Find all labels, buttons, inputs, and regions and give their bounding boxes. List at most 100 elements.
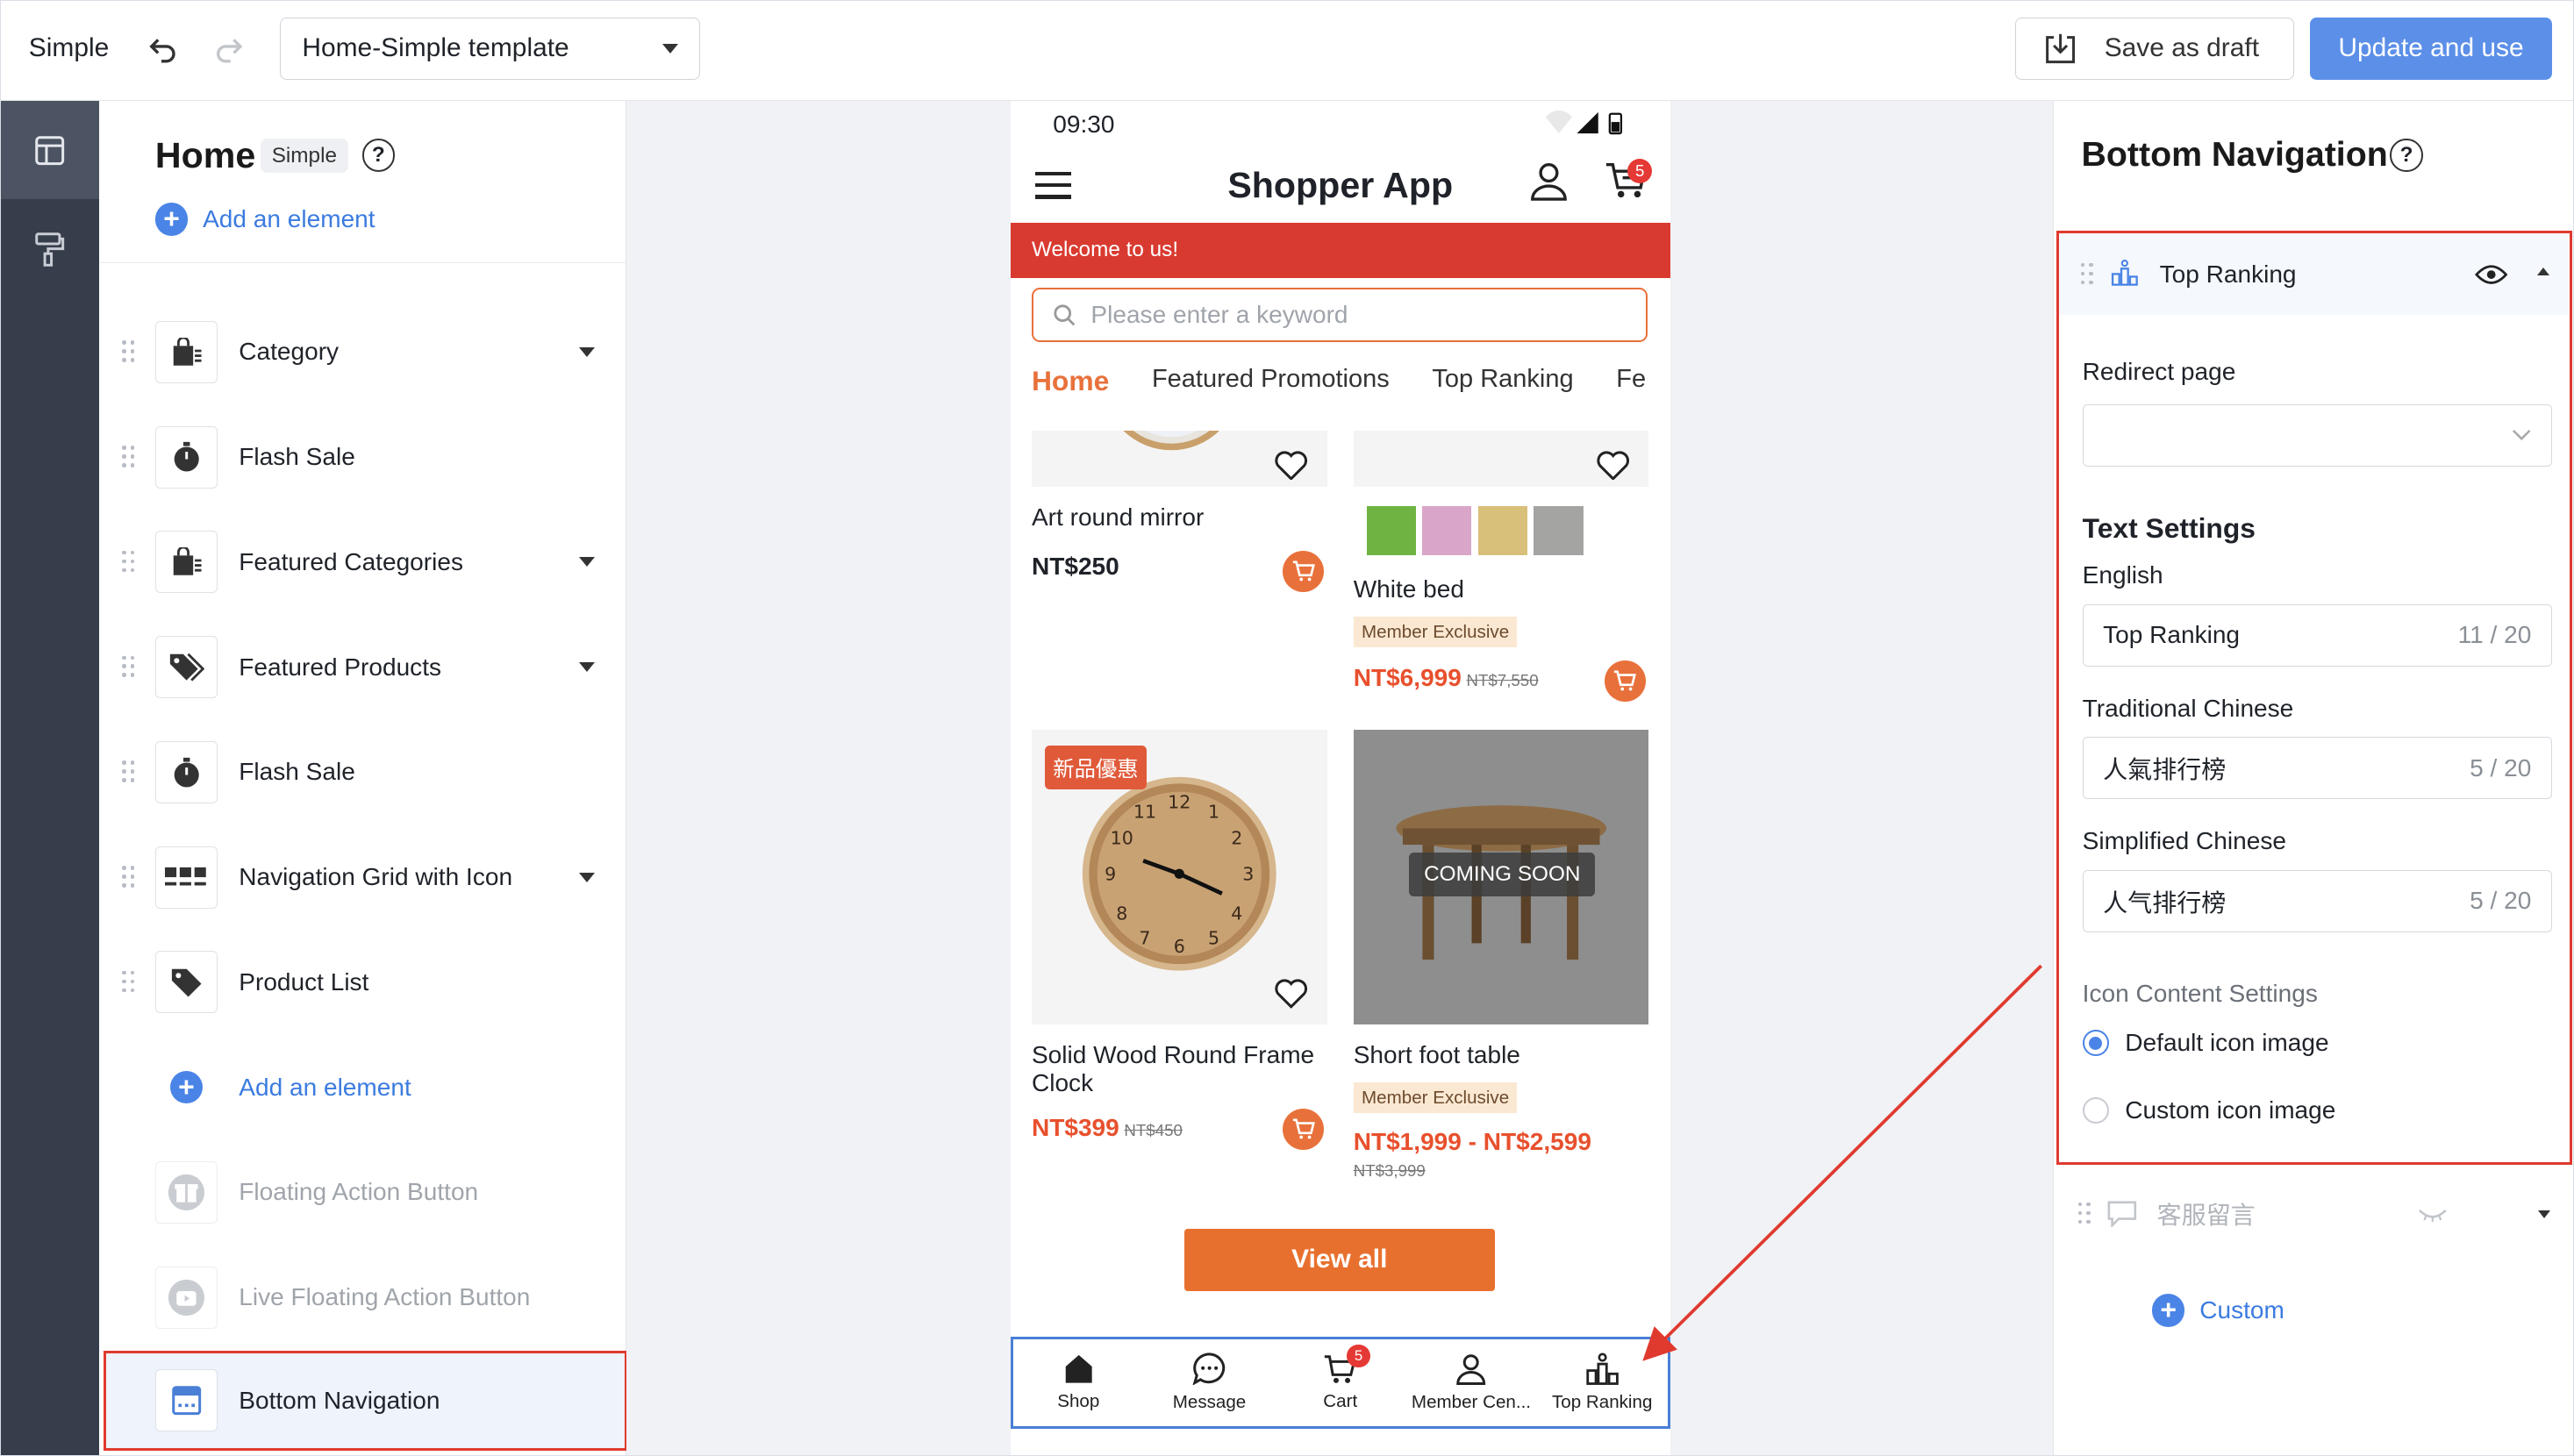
heart-icon[interactable] xyxy=(1275,979,1307,1009)
add-to-cart-icon[interactable] xyxy=(1283,1108,1324,1150)
elements-panel-header: Home Simple ? + Add an element xyxy=(99,101,626,264)
product-name: White bed xyxy=(1353,575,1464,603)
english-label: English xyxy=(2082,561,2163,589)
help-icon[interactable]: ? xyxy=(361,139,396,172)
swatch-gray[interactable] xyxy=(1534,506,1584,556)
chat-icon xyxy=(1192,1353,1226,1386)
swatch-pink[interactable] xyxy=(1422,506,1472,556)
swatch-green[interactable] xyxy=(1366,506,1416,556)
product-image: COMING SOON xyxy=(1353,729,1649,1025)
svg-text:7: 7 xyxy=(1140,928,1151,949)
update-and-use-button[interactable]: Update and use xyxy=(2310,17,2552,80)
bottom-nav-message[interactable]: Message xyxy=(1144,1339,1275,1426)
product-card[interactable]: 12 6 3 9 1 2 4 5 7 8 10 11 新品優惠 Solid Wood Round Fr… xyxy=(1031,729,1327,1150)
element-item-flash-sale[interactable]: Flash Sale xyxy=(99,416,625,498)
rail-style-button[interactable] xyxy=(1,199,99,297)
element-item-featured-products[interactable]: Featured Products xyxy=(99,626,625,709)
search-input[interactable]: Please enter a keyword xyxy=(1031,288,1648,343)
tab-home[interactable]: Home xyxy=(1032,360,1109,406)
chevron-down-icon[interactable] xyxy=(578,557,595,567)
product-card[interactable]: Art round mirror NT$250 xyxy=(1031,431,1327,592)
new-promo-tag: 新品優惠 xyxy=(1044,746,1147,790)
save-draft-button[interactable]: Save as draft xyxy=(2014,17,2294,80)
english-char-count: 11 / 20 xyxy=(2457,621,2532,649)
redirect-page-select[interactable] xyxy=(2082,403,2552,467)
svg-text:5: 5 xyxy=(1208,928,1219,949)
nav-item-header[interactable]: Top Ranking xyxy=(2059,232,2569,316)
simplified-chinese-field[interactable]: 人气排行榜 5 / 20 xyxy=(2082,869,2552,932)
undo-icon[interactable] xyxy=(146,31,182,67)
add-element-button[interactable]: + Add an element xyxy=(154,203,375,236)
user-icon[interactable] xyxy=(1529,161,1569,202)
eye-closed-icon[interactable] xyxy=(2418,1209,2448,1222)
app-title: Shopper App xyxy=(1227,165,1454,206)
product-card[interactable]: COMING SOON Short foot table Member Excl… xyxy=(1353,729,1649,1181)
drag-handle-icon[interactable] xyxy=(122,550,135,574)
element-item-live-floating-action[interactable]: Live Floating Action Button xyxy=(99,1256,625,1338)
chevron-up-icon[interactable] xyxy=(2536,268,2549,276)
custom-button[interactable]: + Custom xyxy=(2152,1294,2284,1327)
default-icon-option[interactable]: Default icon image xyxy=(2082,1029,2329,1057)
simplified-chinese-count: 5 / 20 xyxy=(2470,887,2532,915)
tab-featured-promotions[interactable]: Featured Promotions xyxy=(1152,360,1390,406)
redo-icon[interactable] xyxy=(211,31,247,67)
redirect-label: Redirect page xyxy=(2082,358,2236,386)
help-icon[interactable]: ? xyxy=(2390,139,2423,172)
add-to-cart-icon[interactable] xyxy=(1604,660,1646,702)
swatch-gold[interactable] xyxy=(1477,506,1527,556)
bottom-nav-label: Member Cen... xyxy=(1411,1391,1532,1412)
chevron-down-icon[interactable] xyxy=(578,662,595,672)
plus-icon: + xyxy=(154,1056,218,1119)
element-item-bottom-navigation[interactable]: Bottom Navigation xyxy=(103,1350,627,1452)
bottom-nav-cart[interactable]: Cart 5 xyxy=(1275,1339,1405,1426)
element-item-category[interactable]: Category xyxy=(99,311,625,394)
english-text-field[interactable]: Top Ranking 11 / 20 xyxy=(2082,603,2552,667)
template-select[interactable]: Home-Simple template xyxy=(280,17,701,80)
chevron-down-icon[interactable] xyxy=(578,872,595,882)
drag-handle-icon[interactable] xyxy=(122,866,135,889)
traditional-chinese-label: Traditional Chinese xyxy=(2082,694,2294,722)
element-item-navigation-grid[interactable]: Navigation Grid with Icon xyxy=(99,836,625,918)
bottom-nav-member[interactable]: Member Cen... xyxy=(1405,1339,1536,1426)
drag-handle-icon[interactable] xyxy=(122,970,135,994)
eye-icon[interactable] xyxy=(2474,263,2508,286)
product-name: Art round mirror xyxy=(1031,503,1205,531)
traditional-chinese-field[interactable]: 人氣排行榜 5 / 20 xyxy=(2082,737,2552,800)
chevron-down-icon[interactable] xyxy=(2537,1210,2550,1218)
product-card[interactable]: White bed Member Exclusive NT$6,999 NT$7,… xyxy=(1353,431,1649,702)
live-play-icon xyxy=(154,1266,218,1329)
grid-icon xyxy=(154,846,218,909)
bottom-nav-label: Cart xyxy=(1323,1390,1358,1411)
element-item-floating-action[interactable]: Floating Action Button xyxy=(99,1152,625,1234)
custom-icon-option[interactable]: Custom icon image xyxy=(2082,1096,2335,1124)
rail-layout-button[interactable] xyxy=(1,101,100,200)
drag-handle-icon[interactable] xyxy=(122,446,135,468)
add-to-cart-icon[interactable] xyxy=(1283,550,1324,592)
heart-icon[interactable] xyxy=(1597,451,1629,481)
drag-handle-icon[interactable] xyxy=(122,655,135,679)
nav-item-customer-service[interactable]: 客服留言 xyxy=(2054,1189,2573,1238)
settings-panel: Bottom Navigation ? Top Ranking Redirect… xyxy=(2052,101,2573,1455)
tab-more[interactable]: Fe xyxy=(1616,360,1646,406)
product-price: NT$1,999 - NT$2,599 xyxy=(1353,1127,1591,1155)
view-all-button[interactable]: View all xyxy=(1183,1228,1495,1291)
radio-selected-icon[interactable] xyxy=(2082,1030,2109,1057)
add-element-bottom-button[interactable]: + Add an element xyxy=(99,1046,625,1129)
member-exclusive-badge: Member Exclusive xyxy=(1353,1081,1518,1114)
element-item-featured-categories[interactable]: Featured Categories xyxy=(99,521,625,603)
drag-handle-icon[interactable] xyxy=(2080,262,2094,286)
chevron-down-icon[interactable] xyxy=(578,346,595,357)
tags-icon xyxy=(154,636,218,699)
layout-icon xyxy=(35,135,65,165)
element-item-flash-sale-2[interactable]: Flash Sale xyxy=(99,732,625,814)
settings-title: Bottom Navigation xyxy=(2081,135,2388,175)
radio-unselected-icon[interactable] xyxy=(2082,1097,2109,1124)
bottom-nav-shop[interactable]: Shop xyxy=(1013,1339,1144,1426)
bottom-nav-top-ranking[interactable]: Top Ranking xyxy=(1537,1339,1668,1426)
heart-icon[interactable] xyxy=(1275,451,1307,481)
element-item-product-list[interactable]: Product List xyxy=(99,941,625,1024)
drag-handle-icon[interactable] xyxy=(122,340,135,363)
drag-handle-icon[interactable] xyxy=(2077,1202,2091,1225)
drag-handle-icon[interactable] xyxy=(122,760,135,783)
tab-top-ranking[interactable]: Top Ranking xyxy=(1432,360,1573,406)
